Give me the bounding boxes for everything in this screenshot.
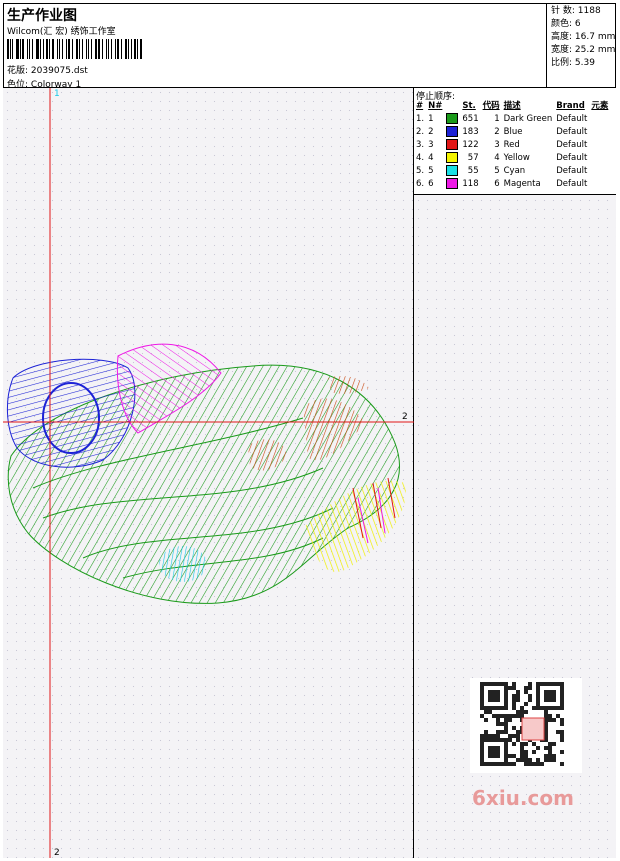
color-swatch bbox=[444, 165, 460, 178]
stop-row: 3. 3 122 3 Red Default bbox=[414, 139, 610, 152]
stop-brand: Default bbox=[556, 140, 588, 150]
stop-stitches: 122 bbox=[462, 140, 479, 150]
color-swatch-box bbox=[446, 113, 459, 124]
stop-stitches: 55 bbox=[467, 166, 479, 176]
watermark: 6xiu.com bbox=[472, 786, 574, 810]
stop-row: 2. 2 183 2 Blue Default bbox=[414, 126, 610, 139]
stop-brand: Default bbox=[556, 114, 588, 124]
stat-height: 高度: 16.7 mm bbox=[551, 32, 616, 42]
stop-description: Red bbox=[503, 140, 520, 150]
red-patch-3 bbox=[328, 376, 369, 394]
color-swatch-box bbox=[446, 126, 459, 137]
stop-index: 2. bbox=[416, 127, 425, 137]
qr-code bbox=[470, 678, 582, 773]
design-value: 2039075.dst bbox=[30, 66, 88, 76]
stop-index: 3. bbox=[416, 140, 425, 150]
stop-sequence: 停止顺序: # N# St. 代码 描述 Brand 元素 1. 1 651 1 Dar… bbox=[414, 88, 616, 195]
stop-brand: Default bbox=[556, 127, 588, 137]
stop-element bbox=[589, 139, 610, 152]
stop-row: 5. 5 55 5 Cyan Default bbox=[414, 165, 610, 178]
stop-needle: 5 bbox=[428, 166, 434, 176]
stop-code: 5 bbox=[494, 166, 500, 176]
stop-stitches: 651 bbox=[462, 114, 479, 124]
axis-label-v-top: 1 bbox=[54, 89, 60, 99]
design-label: 花版: bbox=[7, 66, 29, 76]
color-swatch bbox=[444, 113, 460, 126]
stop-index: 5. bbox=[416, 166, 425, 176]
stop-brand: Default bbox=[556, 153, 588, 163]
stat-width: 宽度: 25.2 mm bbox=[551, 45, 616, 55]
stop-description: Yellow bbox=[503, 153, 530, 163]
side-panel: 停止顺序: # N# St. 代码 描述 Brand 元素 1. 1 651 1 Dar… bbox=[414, 88, 616, 858]
color-swatch bbox=[444, 139, 460, 152]
stop-element bbox=[589, 152, 610, 165]
cyan-region bbox=[159, 546, 207, 582]
stop-stitches: 183 bbox=[462, 127, 479, 137]
stop-element bbox=[589, 165, 610, 178]
stop-stitches: 57 bbox=[467, 153, 479, 163]
stop-table-header: # N# St. 代码 描述 Brand 元素 bbox=[416, 101, 609, 111]
stop-code: 1 bbox=[494, 114, 500, 124]
stop-code: 6 bbox=[494, 179, 500, 189]
stop-element bbox=[589, 178, 610, 191]
stop-table: # N# St. 代码 描述 Brand 元素 1. 1 651 1 Dark Gree… bbox=[414, 100, 610, 191]
stop-needle: 1 bbox=[428, 114, 434, 124]
page-title: 生产作业图 bbox=[7, 8, 77, 24]
color-swatch bbox=[444, 126, 460, 139]
stop-row: 1. 1 651 1 Dark Green Default bbox=[414, 113, 610, 126]
color-swatch-box bbox=[446, 152, 459, 163]
stats-panel: 针 数: 1188 颜色: 6 高度: 16.7 mm 宽度: 25.2 mm … bbox=[546, 3, 616, 88]
stop-needle: 6 bbox=[428, 179, 434, 189]
stop-index: 4. bbox=[416, 153, 425, 163]
stop-row: 4. 4 57 4 Yellow Default bbox=[414, 152, 610, 165]
axis-label-h-right: 2 bbox=[402, 412, 408, 422]
stop-stitches: 118 bbox=[462, 179, 479, 189]
stop-element bbox=[589, 113, 610, 126]
stop-description: Magenta bbox=[503, 179, 541, 189]
stat-scale: 比例: 5.39 bbox=[551, 58, 595, 68]
stop-description: Blue bbox=[503, 127, 523, 137]
company-name: Wilcom(汇 宏) 绣饰工作室 bbox=[7, 27, 116, 37]
embroidery-preview: 1 2 2 bbox=[3, 88, 414, 858]
stop-description: Dark Green bbox=[503, 114, 553, 124]
stop-brand: Default bbox=[556, 166, 588, 176]
color-swatch-box bbox=[446, 165, 459, 176]
stop-needle: 3 bbox=[428, 140, 434, 150]
axis-label-v-bottom: 2 bbox=[54, 848, 60, 858]
stop-description: Cyan bbox=[503, 166, 526, 176]
stop-brand: Default bbox=[556, 179, 588, 189]
stop-index: 1. bbox=[416, 114, 425, 124]
stop-index: 6. bbox=[416, 179, 425, 189]
stop-row: 6. 6 118 6 Magenta Default bbox=[414, 178, 610, 191]
stat-colors: 颜色: 6 bbox=[551, 19, 581, 29]
color-swatch bbox=[444, 178, 460, 191]
stop-element bbox=[589, 126, 610, 139]
color-swatch-box bbox=[446, 178, 459, 189]
color-swatch bbox=[444, 152, 460, 165]
stop-code: 4 bbox=[494, 153, 500, 163]
stop-needle: 2 bbox=[428, 127, 434, 137]
color-swatch-box bbox=[446, 139, 459, 150]
design-canvas[interactable]: 1 2 2 bbox=[3, 88, 414, 858]
design-file: 花版: 2039075.dst bbox=[7, 63, 88, 76]
header: 生产作业图 Wilcom(汇 宏) 绣饰工作室 花版: 2039075.dst … bbox=[3, 3, 616, 90]
stat-stitches: 针 数: 1188 bbox=[551, 6, 601, 16]
barcode bbox=[7, 39, 145, 59]
stop-code: 2 bbox=[494, 127, 500, 137]
stop-code: 3 bbox=[494, 140, 500, 150]
stop-needle: 4 bbox=[428, 153, 434, 163]
